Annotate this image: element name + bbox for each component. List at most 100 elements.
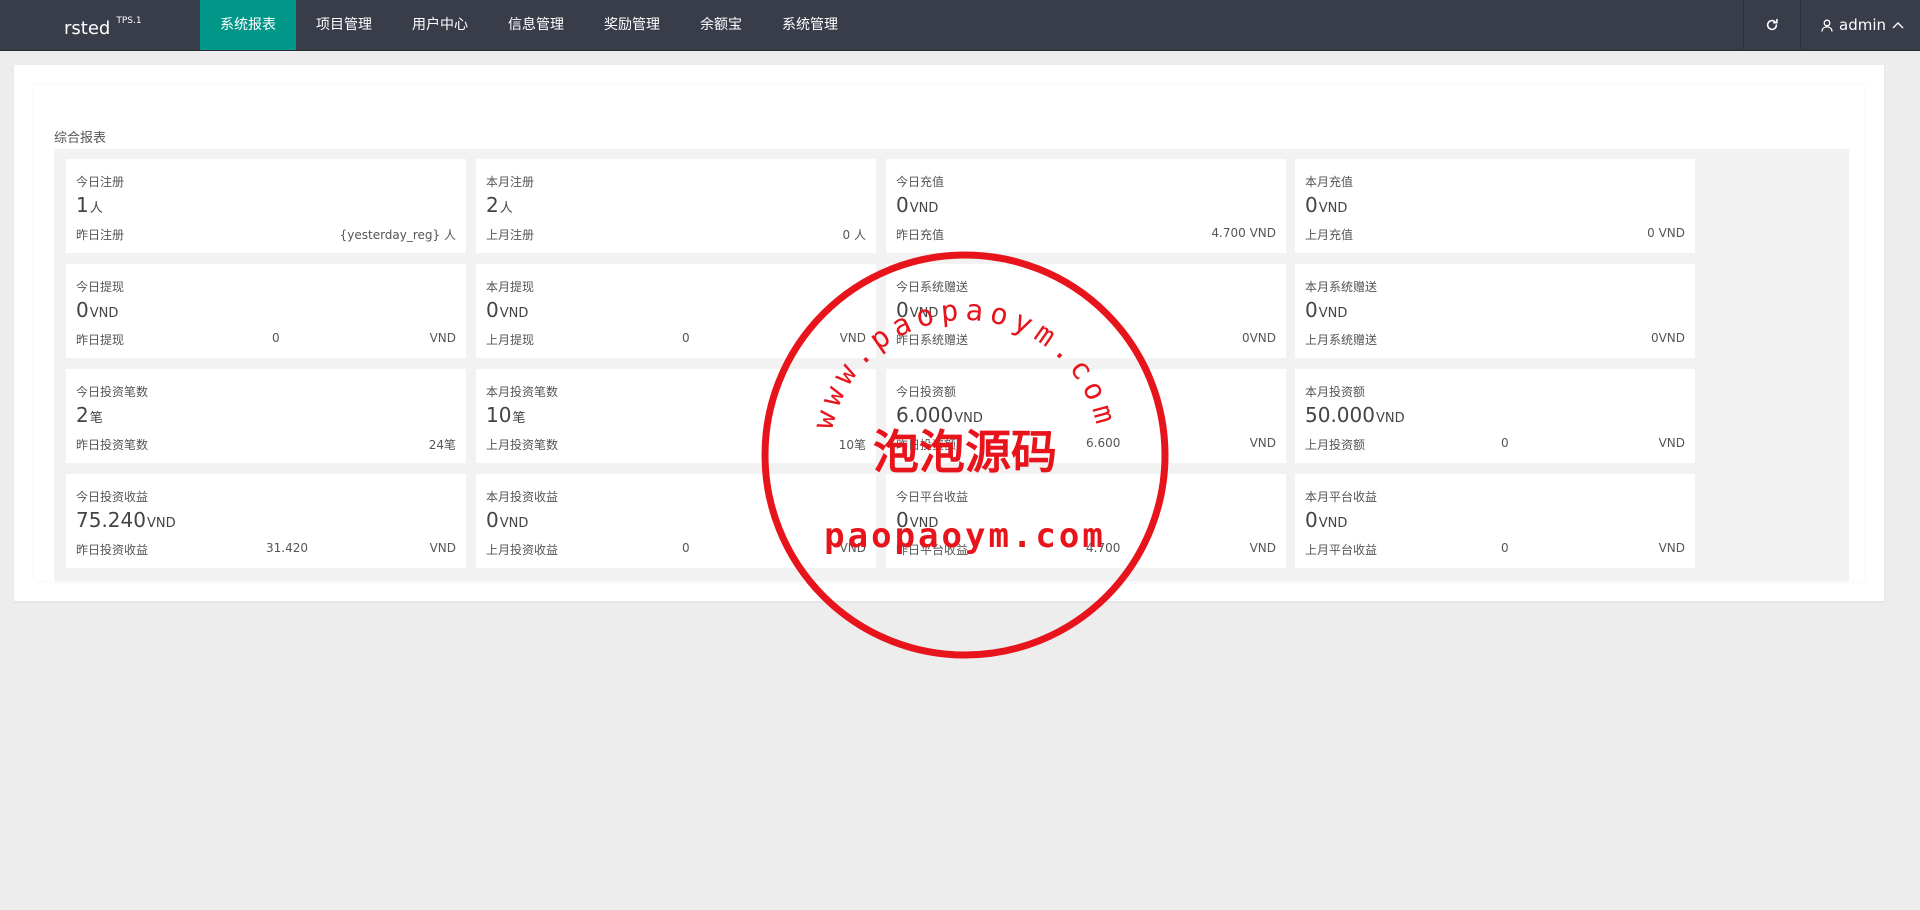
stat-unit: VND — [1375, 411, 1405, 426]
username: admin — [1839, 16, 1886, 34]
stat-number: 0 — [896, 298, 909, 322]
stat-value: 0VND — [896, 298, 938, 322]
version-badge: TPS.1 — [116, 16, 142, 26]
stat-label: 本月系统赠送 — [1305, 280, 1378, 294]
compare-unit: VND — [1658, 436, 1685, 450]
stat-number: 0 — [1305, 508, 1318, 532]
stat-value: 2笔 — [76, 403, 103, 427]
compare-unit: VND — [1249, 436, 1276, 450]
compare-unit: 0 VND — [1647, 226, 1685, 240]
stat-card: 本月提现 0VND 上月提现 0 VND — [476, 264, 876, 358]
stat-card: 本月充值 0VND 上月充值 0 VND — [1295, 159, 1695, 253]
compare-unit: 0VND — [1650, 331, 1685, 345]
stat-compare-row: 昨日系统赠送 0VND — [896, 331, 1276, 347]
stat-card: 本月投资笔数 10笔 上月投资笔数 10笔 — [476, 369, 876, 463]
stat-value: 0VND — [486, 298, 528, 322]
stat-card: 本月系统赠送 0VND 上月系统赠送 0VND — [1295, 264, 1695, 358]
compare-value: 31.420 — [266, 541, 308, 555]
content-card: 综合报表 今日注册 1人 昨日注册 {yesterday_reg} 人本月注册 2人 上月… — [14, 65, 1884, 601]
stat-value: 0VND — [486, 508, 528, 532]
nav-right: admin — [1743, 0, 1920, 50]
stat-label: 今日平台收益 — [896, 490, 969, 504]
stat-number: 0 — [1305, 193, 1318, 217]
stat-label: 今日投资笔数 — [76, 385, 149, 399]
compare-label: 昨日平台收益 — [896, 543, 969, 557]
compare-unit: 4.700 VND — [1211, 226, 1276, 240]
compare-unit: VND — [1658, 541, 1685, 555]
nav-item-info[interactable]: 信息管理 — [488, 0, 584, 50]
stat-label: 本月平台收益 — [1305, 490, 1378, 504]
nav-item-reports[interactable]: 系统报表 — [200, 0, 296, 50]
compare-label: 上月投资额 — [1305, 438, 1366, 452]
main-nav: 系统报表 项目管理 用户中心 信息管理 奖励管理 余额宝 系统管理 — [200, 0, 858, 50]
compare-value: 0 — [682, 541, 690, 555]
stat-value: 1人 — [76, 193, 103, 217]
nav-item-users[interactable]: 用户中心 — [392, 0, 488, 50]
stat-value: 10笔 — [486, 403, 525, 427]
stat-label: 本月投资收益 — [486, 490, 559, 504]
stat-compare-row: 上月投资收益 0 VND — [486, 541, 866, 557]
stat-card: 今日提现 0VND 昨日提现 0 VND — [66, 264, 466, 358]
compare-value: 0 — [682, 331, 690, 345]
stat-value: 2人 — [486, 193, 513, 217]
compare-label: 上月投资收益 — [486, 543, 559, 557]
compare-unit: VND — [839, 541, 866, 555]
stat-unit: VND — [1318, 516, 1348, 531]
compare-unit: VND — [839, 331, 866, 345]
compare-value: 0 — [1501, 436, 1509, 450]
stat-unit: VND — [89, 306, 119, 321]
compare-label: 昨日系统赠送 — [896, 333, 969, 347]
compare-label: 昨日投资额 — [896, 438, 957, 452]
stat-unit: VND — [1318, 306, 1348, 321]
stat-number: 0 — [76, 298, 89, 322]
stat-unit: VND — [1318, 201, 1348, 216]
compare-label: 昨日投资收益 — [76, 543, 149, 557]
stat-compare-row: 昨日注册 {yesterday_reg} 人 — [76, 226, 456, 242]
stat-card: 今日投资笔数 2笔昨日投资笔数 24笔 — [66, 369, 466, 463]
nav-item-rewards[interactable]: 奖励管理 — [584, 0, 680, 50]
stat-number: 0 — [896, 193, 909, 217]
stat-label: 今日提现 — [76, 280, 125, 294]
stat-number: 0 — [896, 508, 909, 532]
stat-card: 今日充值 0VND 昨日充值 4.700 VND — [886, 159, 1286, 253]
compare-unit: 0VND — [1241, 331, 1276, 345]
compare-unit: 0 人 — [842, 228, 866, 242]
stat-card: 今日系统赠送 0VND 昨日系统赠送 0VND — [886, 264, 1286, 358]
stat-compare-row: 昨日投资笔数 24笔 — [76, 436, 456, 452]
nav-item-yuebao[interactable]: 余额宝 — [680, 0, 762, 50]
nav-item-projects[interactable]: 项目管理 — [296, 0, 392, 50]
stat-value: 0VND — [896, 193, 938, 217]
compare-label: 上月提现 — [486, 333, 535, 347]
stat-number: 2 — [486, 193, 499, 217]
nav-item-system[interactable]: 系统管理 — [762, 0, 858, 50]
stat-unit: VND — [909, 201, 939, 216]
stat-compare-row: 昨日平台收益 4.700 VND — [896, 541, 1276, 557]
app-logo[interactable]: rsted TPS.1 — [64, 0, 142, 50]
stat-label: 今日充值 — [896, 175, 945, 189]
stat-number: 0 — [486, 508, 499, 532]
stat-value: 0VND — [1305, 193, 1347, 217]
compare-unit: VND — [1249, 541, 1276, 555]
stat-label: 本月投资笔数 — [486, 385, 559, 399]
stat-label: 今日投资额 — [896, 385, 957, 399]
logo-text: rsted — [64, 18, 111, 39]
compare-label: 上月投资笔数 — [486, 438, 559, 452]
stat-card: 本月注册 2人上月注册 0 人 — [476, 159, 876, 253]
stat-value: 0VND — [896, 508, 938, 532]
compare-value: 4.700 — [1086, 541, 1121, 555]
stat-label: 今日投资收益 — [76, 490, 149, 504]
stat-card: 今日平台收益 0VND 昨日平台收益 4.700 VND — [886, 474, 1286, 568]
stat-unit: 笔 — [89, 411, 103, 426]
compare-label: 昨日投资笔数 — [76, 438, 149, 452]
stat-unit: VND — [909, 306, 939, 321]
stat-compare-row: 上月注册 0 人 — [486, 226, 866, 242]
user-menu[interactable]: admin — [1800, 0, 1920, 50]
stat-unit: VND — [499, 306, 529, 321]
stat-compare-row: 昨日投资收益 31.420 VND — [76, 541, 456, 557]
refresh-button[interactable] — [1743, 0, 1800, 50]
stat-label: 本月投资额 — [1305, 385, 1366, 399]
stat-label: 本月注册 — [486, 175, 535, 189]
refresh-icon — [1766, 18, 1778, 31]
stat-card: 今日注册 1人 昨日注册 {yesterday_reg} 人 — [66, 159, 466, 253]
top-navbar: rsted TPS.1 系统报表 项目管理 用户中心 信息管理 奖励管理 余额宝 … — [0, 0, 1920, 51]
